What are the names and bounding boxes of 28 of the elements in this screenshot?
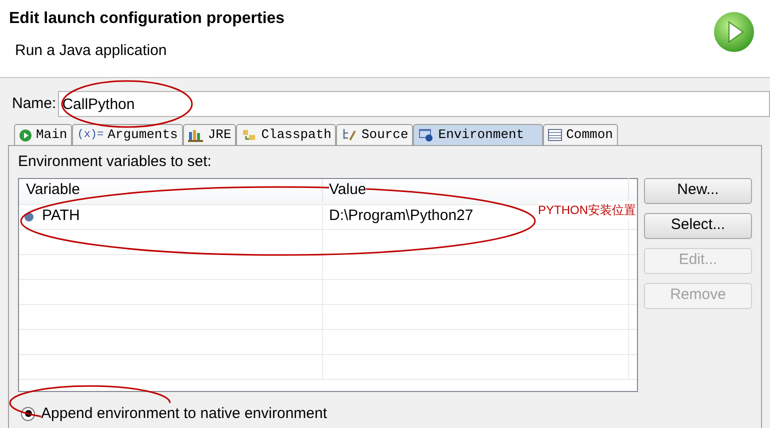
environment-icon xyxy=(418,128,434,142)
variable-icon: (x)= xyxy=(77,130,104,140)
jar-icon xyxy=(241,128,258,142)
action-button[interactable]: Select... xyxy=(644,212,752,238)
tab[interactable]: Source xyxy=(336,124,414,145)
tab[interactable]: (x)= Arguments xyxy=(72,124,183,145)
table-cell-text: D:\Program\Python27 xyxy=(329,206,474,226)
table-icon xyxy=(548,129,562,141)
column-header[interactable]: Variable xyxy=(19,179,323,202)
variable-dot-icon xyxy=(24,212,34,222)
annotation-text: PYTHON安装位置 xyxy=(538,201,636,219)
action-button[interactable]: New... xyxy=(644,178,752,204)
tab[interactable]: Main xyxy=(14,124,72,145)
books-icon xyxy=(188,128,204,142)
source-tree-icon xyxy=(341,128,358,142)
table-cell-text: PATH xyxy=(42,206,80,226)
tab[interactable]: Common xyxy=(543,124,618,145)
column-header[interactable]: Value xyxy=(329,180,366,198)
section-label: Environment variables to set: xyxy=(18,152,212,172)
play-icon xyxy=(19,128,32,142)
name-field[interactable]: CallPython xyxy=(58,91,770,117)
dialog-subtitle: Run a Java application xyxy=(15,41,168,61)
tab[interactable]: Classpath xyxy=(236,124,336,145)
tab[interactable]: Environment xyxy=(413,124,544,145)
tab[interactable]: JRE xyxy=(182,124,236,145)
name-label: Name: xyxy=(12,94,56,114)
dialog-title: Edit launch configuration properties xyxy=(9,9,285,29)
run-icon xyxy=(712,10,756,54)
